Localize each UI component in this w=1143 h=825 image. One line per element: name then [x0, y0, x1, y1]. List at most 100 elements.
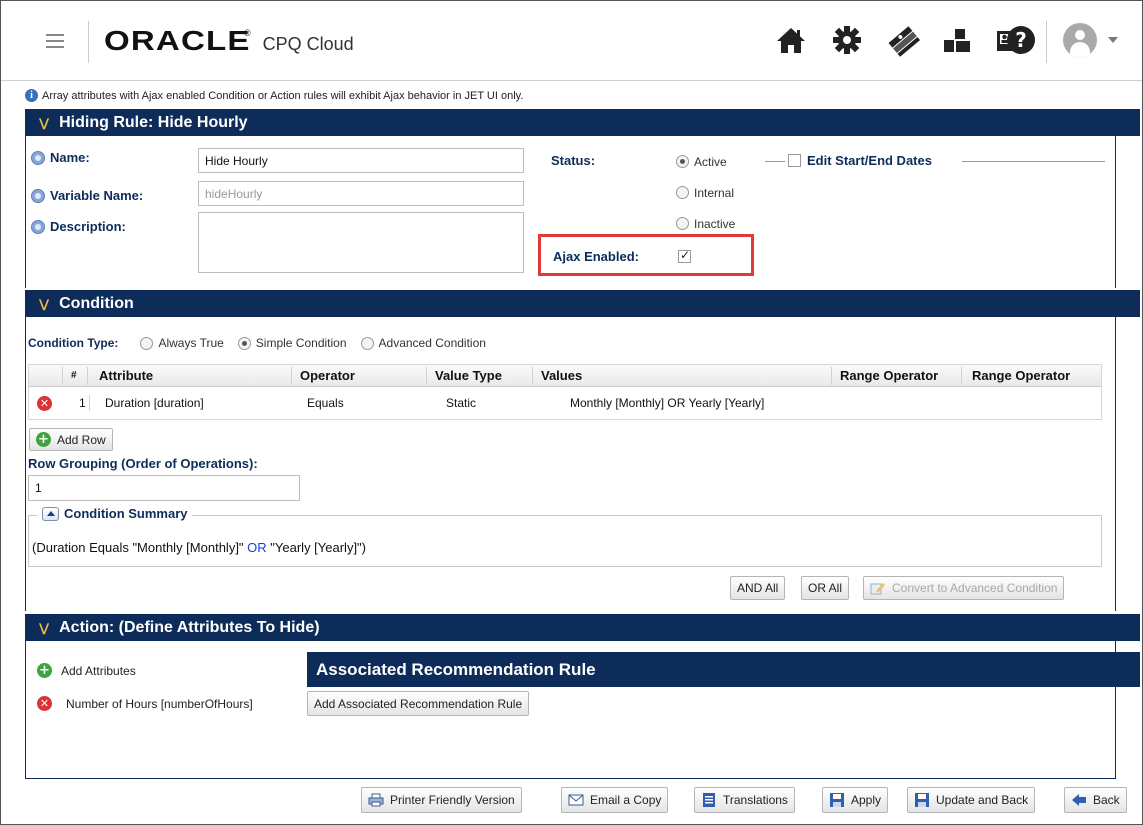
money-icon[interactable]: [886, 23, 921, 57]
delete-row-icon[interactable]: ✕: [37, 395, 52, 411]
top-bar: ORACLE ® CPQ Cloud ?: [1, 1, 1142, 81]
condition-table: # Attribute Operator Value Type Values R…: [28, 364, 1102, 420]
status-internal-option[interactable]: Internal: [676, 184, 734, 202]
home-icon[interactable]: [774, 23, 808, 57]
save-disk-icon: [829, 793, 845, 807]
printer-icon: [368, 793, 384, 807]
collapse-chevron-icon: ⋁: [39, 115, 50, 130]
status-label: Status:: [551, 153, 596, 168]
variable-name-label: Variable Name:: [31, 188, 143, 203]
col-value-type[interactable]: Value Type: [429, 365, 502, 386]
row-operator[interactable]: Equals: [301, 387, 344, 419]
info-text: Array attributes with Ajax enabled Condi…: [42, 89, 524, 102]
simple-condition-radio[interactable]: [237, 336, 251, 350]
info-icon: i: [25, 89, 38, 102]
always-true-option[interactable]: Always True: [140, 336, 224, 350]
row-number: 1: [79, 396, 86, 410]
update-and-back-button[interactable]: Update and Back: [907, 787, 1036, 813]
edit-dates-toggle[interactable]: Edit Start/End Dates: [788, 153, 932, 168]
blocks-icon[interactable]: [940, 23, 974, 57]
avatar[interactable]: [1063, 23, 1097, 57]
help-icon[interactable]: [31, 219, 45, 234]
row-values[interactable]: Monthly [Monthly] OR Yearly [Yearly]: [564, 387, 764, 419]
collapse-chevron-icon: ⋁: [39, 620, 50, 635]
col-operator[interactable]: Operator: [294, 365, 355, 386]
and-all-button[interactable]: AND All: [730, 576, 786, 600]
envelope-icon: [568, 793, 584, 807]
status-inactive-option[interactable]: Inactive: [676, 215, 735, 233]
add-icon: +: [36, 432, 51, 447]
brand-divider: [88, 21, 89, 63]
status-active-radio[interactable]: [676, 155, 689, 169]
col-attribute[interactable]: Attribute: [93, 365, 153, 386]
avatar-divider: [1046, 21, 1047, 63]
panel-bottom-border: [25, 778, 1116, 779]
highlight-box: [538, 234, 754, 276]
table-row[interactable]: ✕ 1 Duration [duration] Equals Static Mo…: [29, 387, 1101, 419]
convert-icon: [870, 581, 886, 595]
brand-name: ORACLE: [104, 25, 251, 56]
help-circle-icon[interactable]: ?: [1004, 23, 1038, 57]
row-grouping-field[interactable]: [28, 475, 300, 501]
add-row-button[interactable]: + Add Row: [29, 428, 113, 451]
edit-dates-checkbox[interactable]: [788, 154, 801, 167]
condition-summary-legend[interactable]: Condition Summary: [38, 506, 192, 521]
status-active-option[interactable]: Active: [676, 153, 727, 171]
apply-button[interactable]: Apply: [822, 787, 889, 813]
printer-friendly-button[interactable]: Printer Friendly Version: [361, 787, 522, 813]
status-inactive-radio[interactable]: [676, 217, 689, 231]
help-icon[interactable]: [31, 150, 45, 165]
condition-title: Condition: [59, 294, 134, 312]
condition-summary-text: (Duration Equals "Monthly [Monthly]" OR …: [32, 540, 367, 555]
oracle-logo: ORACLE ® CPQ Cloud: [104, 25, 354, 61]
convert-advanced-button: Convert to Advanced Condition: [863, 576, 1065, 600]
description-label: Description:: [31, 219, 126, 234]
action-header[interactable]: ⋁ Action: (Define Attributes To Hide): [25, 614, 1140, 641]
remove-attribute-icon[interactable]: ✕: [37, 696, 52, 711]
add-icon[interactable]: +: [37, 663, 52, 678]
ajax-info-message: i Array attributes with Ajax enabled Con…: [25, 89, 523, 102]
variable-name-field: [198, 181, 524, 206]
advanced-condition-radio[interactable]: [360, 336, 374, 350]
table-header: # Attribute Operator Value Type Values R…: [29, 365, 1101, 387]
email-copy-button[interactable]: Email a Copy: [561, 787, 669, 813]
name-label: Name:: [31, 150, 90, 165]
row-value-type[interactable]: Static: [440, 387, 476, 419]
translations-icon: [701, 793, 717, 807]
hamburger-menu-icon[interactable]: [46, 34, 64, 48]
name-field[interactable]: [198, 148, 524, 173]
advanced-condition-option[interactable]: Advanced Condition: [360, 336, 486, 350]
svg-text:?: ?: [1015, 28, 1027, 52]
row-attribute[interactable]: Duration [duration]: [99, 387, 204, 419]
chevron-down-icon[interactable]: [1108, 37, 1118, 43]
registered-mark: ®: [244, 28, 251, 38]
col-range-operator-1[interactable]: Range Operator: [834, 365, 938, 386]
attribute-list-item: ✕ Number of Hours [numberOfHours]: [37, 696, 253, 711]
back-arrow-icon: [1071, 793, 1087, 807]
description-field[interactable]: [198, 212, 524, 273]
condition-type-group: Condition Type: Always True Simple Condi…: [28, 336, 500, 350]
col-range-operator-2[interactable]: Range Operator: [966, 365, 1070, 386]
simple-condition-option[interactable]: Simple Condition: [237, 336, 347, 350]
col-values[interactable]: Values: [535, 365, 582, 386]
add-associated-rule-button[interactable]: Add Associated Recommendation Rule: [307, 691, 530, 716]
col-number: #: [71, 370, 77, 381]
translations-button[interactable]: Translations: [694, 787, 795, 813]
hiding-rule-header[interactable]: ⋁ Hiding Rule: Hide Hourly: [25, 109, 1140, 136]
help-icon[interactable]: [31, 188, 45, 203]
save-disk-icon: [914, 793, 930, 807]
associated-recommendation-header: Associated Recommendation Rule: [307, 652, 1140, 687]
dates-fieldset-line-right: [962, 161, 1105, 162]
add-attributes-link[interactable]: + Add Attributes: [37, 663, 136, 678]
condition-header[interactable]: ⋁ Condition: [25, 290, 1140, 317]
condition-type-label: Condition Type:: [28, 336, 119, 350]
gear-icon[interactable]: [830, 23, 864, 57]
always-true-radio[interactable]: [140, 336, 154, 350]
back-button[interactable]: Back: [1064, 787, 1127, 813]
edit-dates-label: Edit Start/End Dates: [807, 153, 932, 168]
or-all-button[interactable]: OR All: [801, 576, 850, 600]
collapse-icon[interactable]: [42, 506, 59, 521]
collapse-chevron-icon: ⋁: [39, 296, 50, 311]
status-internal-radio[interactable]: [676, 186, 689, 200]
row-grouping-label: Row Grouping (Order of Operations):: [28, 456, 258, 471]
